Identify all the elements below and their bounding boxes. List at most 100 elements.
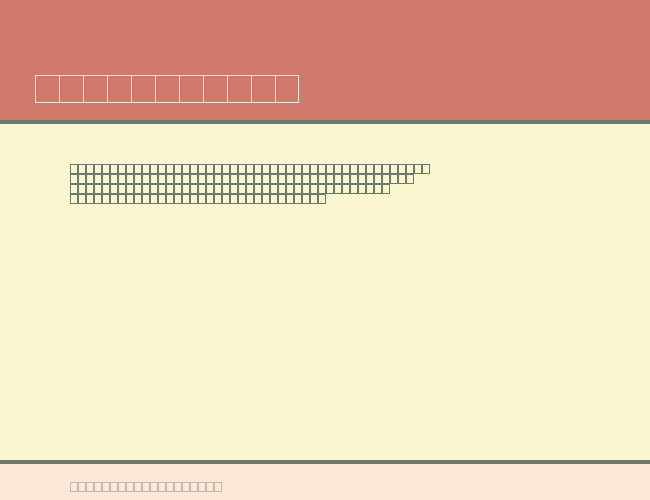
- text-char: [110, 194, 118, 204]
- text-char: [166, 174, 174, 184]
- text-char: [150, 174, 158, 184]
- text-char: [374, 164, 382, 174]
- text-char: [246, 174, 254, 184]
- footer-char: [158, 482, 166, 492]
- footer-char: [126, 482, 134, 492]
- text-char: [118, 184, 126, 194]
- text-char: [110, 164, 118, 174]
- text-char: [278, 164, 286, 174]
- footer-char: [78, 482, 86, 492]
- text-char: [342, 174, 350, 184]
- text-char: [238, 164, 246, 174]
- text-char: [86, 174, 94, 184]
- text-char: [182, 194, 190, 204]
- text-line: [70, 164, 650, 174]
- text-char: [406, 164, 414, 174]
- text-char: [278, 174, 286, 184]
- text-char: [374, 174, 382, 184]
- header-title-char: [35, 75, 59, 103]
- text-char: [310, 164, 318, 174]
- text-char: [110, 184, 118, 194]
- text-char: [126, 184, 134, 194]
- text-line: [70, 194, 650, 204]
- text-char: [302, 194, 310, 204]
- text-char: [350, 174, 358, 184]
- text-char: [190, 184, 198, 194]
- text-char: [254, 174, 262, 184]
- footer-char: [198, 482, 206, 492]
- text-line: [70, 184, 650, 194]
- text-char: [190, 194, 198, 204]
- text-char: [214, 164, 222, 174]
- text-char: [166, 194, 174, 204]
- text-char: [310, 184, 318, 194]
- text-char: [366, 164, 374, 174]
- text-char: [94, 194, 102, 204]
- text-char: [126, 194, 134, 204]
- text-char: [118, 194, 126, 204]
- text-char: [206, 194, 214, 204]
- header-title-char: [275, 75, 299, 103]
- text-char: [350, 184, 358, 194]
- text-char: [182, 164, 190, 174]
- text-char: [358, 184, 366, 194]
- text-char: [198, 174, 206, 184]
- footer-char: [214, 482, 222, 492]
- text-char: [94, 174, 102, 184]
- text-char: [358, 174, 366, 184]
- text-char: [382, 184, 390, 194]
- text-char: [230, 194, 238, 204]
- text-char: [166, 184, 174, 194]
- text-char: [174, 174, 182, 184]
- text-char: [286, 194, 294, 204]
- text-char: [158, 174, 166, 184]
- text-char: [326, 184, 334, 194]
- text-char: [374, 184, 382, 194]
- text-char: [222, 184, 230, 194]
- text-char: [262, 164, 270, 174]
- text-char: [206, 174, 214, 184]
- text-char: [174, 164, 182, 174]
- footer-char: [150, 482, 158, 492]
- text-char: [78, 174, 86, 184]
- text-char: [382, 164, 390, 174]
- header-title-char: [107, 75, 131, 103]
- text-char: [182, 174, 190, 184]
- text-char: [78, 184, 86, 194]
- footer-text-placeholder: [70, 482, 650, 492]
- header-title-char: [251, 75, 275, 103]
- text-char: [78, 194, 86, 204]
- text-char: [206, 184, 214, 194]
- text-char: [318, 184, 326, 194]
- text-char: [302, 174, 310, 184]
- main-content: [0, 124, 650, 460]
- text-char: [318, 174, 326, 184]
- text-char: [142, 194, 150, 204]
- footer-char: [166, 482, 174, 492]
- text-char: [166, 164, 174, 174]
- text-char: [102, 174, 110, 184]
- text-char: [294, 194, 302, 204]
- text-char: [134, 184, 142, 194]
- text-char: [158, 164, 166, 174]
- text-char: [262, 194, 270, 204]
- header-title-char: [203, 75, 227, 103]
- text-char: [150, 164, 158, 174]
- text-char: [286, 174, 294, 184]
- text-char: [270, 174, 278, 184]
- text-char: [366, 174, 374, 184]
- footer-char: [134, 482, 142, 492]
- text-char: [318, 194, 326, 204]
- text-char: [126, 164, 134, 174]
- text-char: [294, 174, 302, 184]
- text-char: [222, 194, 230, 204]
- text-char: [334, 174, 342, 184]
- text-char: [126, 174, 134, 184]
- text-char: [270, 164, 278, 174]
- footer-char: [102, 482, 110, 492]
- text-char: [278, 184, 286, 194]
- body-text-placeholder: [70, 164, 650, 204]
- text-char: [422, 164, 430, 174]
- text-char: [230, 184, 238, 194]
- text-char: [262, 184, 270, 194]
